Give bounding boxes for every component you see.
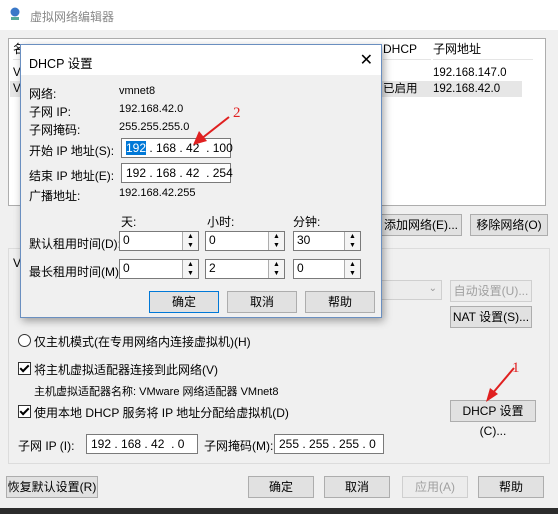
end-ip-field[interactable]: 192 . 168 . 42 . 254	[121, 163, 233, 183]
broadcast-label: 广播地址:	[29, 189, 81, 203]
broadcast-value: 192.168.42.255	[119, 187, 196, 199]
network-globe-icon	[10, 7, 20, 20]
column-header-subnet[interactable]: 子网地址	[433, 39, 533, 60]
list-item-dhcp[interactable]: 已启用	[383, 81, 418, 97]
spin-down-icon[interactable]: ▼	[268, 269, 284, 278]
spin-down-icon[interactable]: ▼	[268, 241, 284, 250]
spin-up-icon[interactable]: ▲	[344, 260, 360, 269]
spinner-value: 2	[209, 261, 216, 275]
spin-up-icon[interactable]: ▲	[344, 232, 360, 241]
host-only-label: 仅主机模式(在专用网络内连接虚拟机)(H)	[34, 335, 251, 349]
subnet-mask-label: 子网掩码:	[29, 123, 81, 137]
list-item-subnet[interactable]: 192.168.147.0	[433, 65, 507, 81]
dhcp-cancel-button[interactable]: 取消	[227, 291, 297, 313]
window-title: 虚拟网络编辑器	[30, 10, 115, 24]
annotation-number-1: 1	[512, 360, 520, 376]
max-lease-minutes-spinner[interactable]: 0 ▲ ▼	[293, 259, 361, 279]
default-lease-hours-spinner[interactable]: 0 ▲ ▼	[205, 231, 285, 251]
start-ip-label: 开始 IP 地址(S):	[29, 144, 115, 158]
nat-settings-button[interactable]: NAT 设置(S)...	[450, 306, 532, 328]
dialog-titlebar: DHCP 设置 ✕	[21, 45, 381, 75]
spinner-value: 0	[297, 261, 304, 275]
cancel-button[interactable]: 取消	[324, 476, 390, 498]
restore-defaults-button[interactable]: 恢复默认设置(R)	[6, 476, 98, 498]
connect-adapter-checkbox[interactable]	[18, 362, 31, 375]
vmnet-select[interactable]: ⌄	[380, 280, 442, 300]
connect-adapter-label: 将主机虚拟适配器连接到此网络(V)	[34, 363, 218, 377]
chevron-down-icon: ⌄	[428, 283, 437, 294]
use-dhcp-label: 使用本地 DHCP 服务将 IP 地址分配给虚拟机(D)	[34, 406, 289, 420]
max-lease-label: 最长租用时间(M):	[29, 265, 123, 279]
annotation-arrow-2-icon	[193, 116, 230, 145]
spin-down-icon[interactable]: ▼	[182, 269, 198, 278]
network-label: 网络:	[29, 87, 57, 101]
spin-down-icon[interactable]: ▼	[344, 241, 360, 250]
host-only-radio[interactable]	[18, 334, 31, 347]
max-lease-days-spinner[interactable]: 0 ▲ ▼	[119, 259, 199, 279]
apply-button[interactable]: 应用(A)	[402, 476, 468, 498]
default-lease-label: 默认租用时间(D):	[29, 237, 121, 251]
network-value: vmnet8	[119, 85, 156, 97]
dialog-title: DHCP 设置	[29, 57, 93, 71]
dhcp-help-button[interactable]: 帮助	[305, 291, 375, 313]
ok-button[interactable]: 确定	[248, 476, 314, 498]
max-lease-hours-spinner[interactable]: 2 ▲ ▼	[205, 259, 285, 279]
subnet-ip-field[interactable]: 192 . 168 . 42 . 0	[86, 434, 198, 454]
use-dhcp-checkbox[interactable]	[18, 405, 31, 418]
close-icon[interactable]: ✕	[360, 50, 373, 70]
subnet-mask-field[interactable]: 255 . 255 . 255 . 0	[274, 434, 384, 454]
spin-up-icon[interactable]: ▲	[268, 232, 284, 241]
default-lease-minutes-spinner[interactable]: 30 ▲ ▼	[293, 231, 361, 251]
remove-network-button[interactable]: 移除网络(O)	[470, 214, 548, 236]
dhcp-ok-button[interactable]: 确定	[149, 291, 219, 313]
subnet-ip-value: 192.168.42.0	[119, 103, 184, 115]
dhcp-settings-dialog: DHCP 设置 ✕ 网络: vmnet8 子网 IP: 192.168.42.0…	[20, 44, 382, 318]
start-ip-selected-octet: 192	[126, 141, 147, 155]
spin-up-icon[interactable]: ▲	[268, 260, 284, 269]
spinner-value: 0	[123, 233, 130, 247]
spin-up-icon[interactable]: ▲	[182, 260, 198, 269]
list-item-subnet[interactable]: 192.168.42.0	[433, 81, 500, 97]
end-ip-label: 结束 IP 地址(E):	[29, 169, 115, 183]
auto-settings-button[interactable]: 自动设置(U)...	[450, 280, 532, 302]
window-titlebar: 虚拟网络编辑器	[0, 0, 558, 30]
spin-up-icon[interactable]: ▲	[182, 232, 198, 241]
column-header-dhcp[interactable]: DHCP	[383, 39, 431, 60]
spin-down-icon[interactable]: ▼	[344, 269, 360, 278]
spinner-value: 0	[123, 261, 130, 275]
adapter-name-label: 主机虚拟适配器名称: VMware 网络适配器 VMnet8	[34, 386, 279, 398]
help-button[interactable]: 帮助	[478, 476, 544, 498]
annotation-number-2: 2	[233, 105, 241, 121]
add-network-button[interactable]: 添加网络(E)...	[380, 214, 462, 236]
subnet-ip-label: 子网 IP:	[29, 105, 72, 119]
spinner-value: 0	[209, 233, 216, 247]
hours-column-label: 小时:	[207, 215, 235, 229]
minutes-column-label: 分钟:	[293, 215, 321, 229]
default-lease-days-spinner[interactable]: 0 ▲ ▼	[119, 231, 199, 251]
spin-down-icon[interactable]: ▼	[182, 241, 198, 250]
spinner-value: 30	[297, 233, 311, 247]
subnet-mask-label: 子网掩码(M):	[204, 439, 274, 453]
taskbar-strip	[0, 508, 558, 514]
subnet-ip-label: 子网 IP (I):	[18, 439, 75, 453]
subnet-mask-value: 255.255.255.0	[119, 121, 190, 133]
days-column-label: 天:	[121, 215, 137, 229]
